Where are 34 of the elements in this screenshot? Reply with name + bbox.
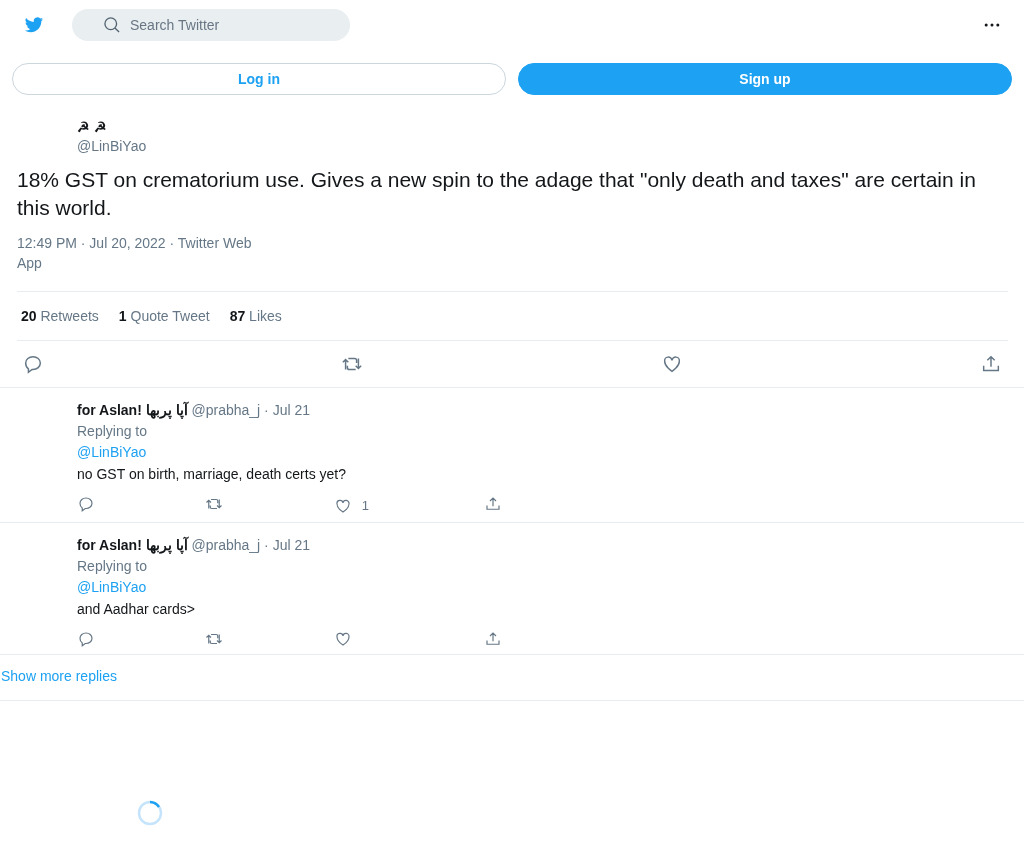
- show-more-replies-link[interactable]: Show more replies: [1, 668, 117, 684]
- login-button[interactable]: Log in: [12, 63, 506, 95]
- reply-icon[interactable]: [77, 630, 95, 648]
- reply-text: and Aadhar cards>: [77, 600, 196, 619]
- share-icon[interactable]: [484, 495, 502, 513]
- signup-button[interactable]: Sign up: [518, 63, 1012, 95]
- replying-to-label: Replying to: [77, 557, 149, 576]
- stat-link[interactable]: 1 Quote Tweet: [118, 308, 210, 324]
- display-name[interactable]: ☭ ☭: [77, 119, 1008, 135]
- mention-link[interactable]: @LinBiYao: [77, 577, 1024, 598]
- like-count: 1: [361, 497, 369, 515]
- bird-logo-icon[interactable]: [24, 15, 44, 35]
- reply-icon[interactable]: [77, 495, 95, 513]
- heart-icon[interactable]: [333, 630, 352, 648]
- replying-to-label: Replying to: [77, 422, 149, 441]
- reply-date[interactable]: · Jul 21: [264, 402, 310, 418]
- reply-handle[interactable]: @prabha_j: [191, 402, 261, 418]
- stat-link[interactable]: 20 Retweets: [21, 308, 99, 324]
- tweet-source[interactable]: App: [17, 253, 1008, 273]
- search-field[interactable]: Search Twitter: [72, 9, 350, 41]
- share-icon[interactable]: [484, 630, 502, 648]
- tweet-timestamp[interactable]: 12:49 PM · Jul 20, 2022 · Twitter Web: [17, 233, 1008, 253]
- reply-author-name[interactable]: for Aslan! آپا پربها: [77, 402, 188, 418]
- tweet-text: 18% GST on crematorium use. Gives a new spin to the adage that "only death and taxes" are certain in this world.: [17, 167, 977, 221]
- reply-icon[interactable]: [22, 353, 44, 375]
- reply-text: no GST on birth, marriage, death certs yet?: [77, 465, 347, 484]
- stat-link[interactable]: 87 Likes: [229, 308, 282, 324]
- reply-author-name[interactable]: for Aslan! آپا پربها: [77, 537, 188, 553]
- mention-link[interactable]: @LinBiYao: [77, 442, 1024, 463]
- loading-spinner-icon: [137, 800, 163, 826]
- reply-date[interactable]: · Jul 21: [264, 537, 310, 553]
- user-handle[interactable]: @LinBiYao: [77, 138, 1008, 154]
- search-icon: [102, 15, 122, 35]
- reply-handle[interactable]: @prabha_j: [191, 537, 261, 553]
